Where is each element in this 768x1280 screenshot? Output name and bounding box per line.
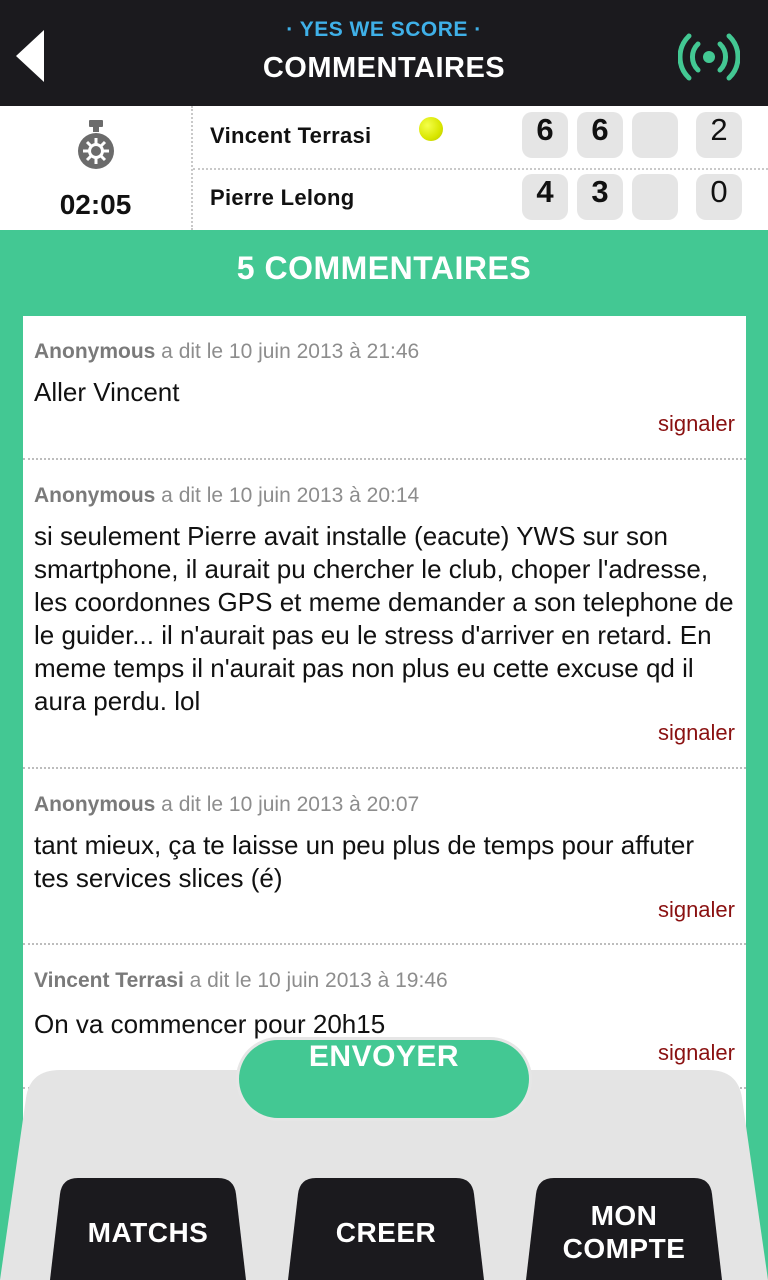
report-link[interactable]: signaler (658, 720, 735, 746)
top-bar: · YES WE SCORE · COMMENTAIRES (0, 0, 768, 106)
stopwatch-icon (78, 120, 114, 169)
comment-item: Anonymous a dit le 10 juin 2013 à 20:14 … (23, 460, 746, 769)
tab-matchs-label: MATCHS (87, 1217, 209, 1248)
comment-date: a dit le 10 juin 2013 à 20:07 (155, 793, 420, 816)
report-link[interactable]: signaler (658, 411, 735, 437)
comment-author: Anonymous (34, 484, 156, 507)
tab-creer[interactable]: CREER (288, 1178, 484, 1280)
score-set2-player1: 6 (577, 112, 623, 158)
comment-author: Anonymous (34, 793, 156, 816)
score-points-player2: 0 (696, 174, 742, 220)
score-set3-player1 (632, 112, 678, 158)
tab-mon-compte-label-1: MON (590, 1200, 658, 1231)
score-set1-player1: 6 (522, 112, 568, 158)
comment-text: si seulement Pierre avait installe (eacu… (34, 521, 734, 716)
comment-meta: Anonymous a dit le 10 juin 2013 à 20:14 (34, 484, 419, 508)
broadcast-icon[interactable] (678, 32, 740, 82)
timer-panel: 02:05 (0, 106, 193, 230)
tab-creer-label: CREER (335, 1217, 437, 1248)
comment-meta: Anonymous a dit le 10 juin 2013 à 20:07 (34, 793, 419, 817)
report-link[interactable]: signaler (658, 897, 735, 923)
comments-count: 5 COMMENTAIRES (236, 250, 532, 286)
tab-matchs[interactable]: MATCHS (50, 1178, 246, 1280)
comment-date: a dit le 10 juin 2013 à 21:46 (155, 340, 420, 363)
player-2-name: Pierre Lelong (210, 185, 355, 210)
comment-author: Vincent Terrasi (34, 969, 184, 992)
page-title: COMMENTAIRES (262, 52, 506, 84)
brand-name: · YES WE SCORE · (286, 18, 482, 41)
comment-meta: Anonymous a dit le 10 juin 2013 à 21:46 (34, 340, 419, 364)
comment-item: Anonymous a dit le 10 juin 2013 à 21:46 … (23, 316, 746, 460)
tab-mon-compte[interactable]: MON COMPTE (526, 1178, 722, 1280)
tab-mon-compte-label-2: COMPTE (562, 1233, 686, 1264)
comment-text: Aller Vincent (34, 377, 180, 407)
comment-text: tant mieux, ça te laisse un peu plus de … (34, 830, 695, 893)
score-set3-player2 (632, 174, 678, 220)
comment-meta: Vincent Terrasi a dit le 10 juin 2013 à … (34, 969, 448, 993)
comment-item: Anonymous a dit le 10 juin 2013 à 20:07 … (23, 769, 746, 945)
comment-date: a dit le 10 juin 2013 à 19:46 (183, 969, 448, 992)
match-timer: 02:05 (59, 189, 132, 220)
player-1-name: Vincent Terrasi (210, 123, 372, 148)
send-button[interactable]: ENVOYER (236, 1037, 532, 1121)
tennis-ball-icon (419, 117, 443, 141)
scoreboard: 02:05 Vincent Terrasi Pierre Lelong 6 6 … (0, 106, 768, 230)
comment-date: a dit le 10 juin 2013 à 20:14 (155, 484, 420, 507)
score-set1-player2: 4 (522, 174, 568, 220)
score-set2-player2: 3 (577, 174, 623, 220)
row-divider (193, 168, 768, 170)
score-points-player1: 2 (696, 112, 742, 158)
comment-author: Anonymous (34, 340, 156, 363)
report-link[interactable]: signaler (658, 1040, 735, 1066)
